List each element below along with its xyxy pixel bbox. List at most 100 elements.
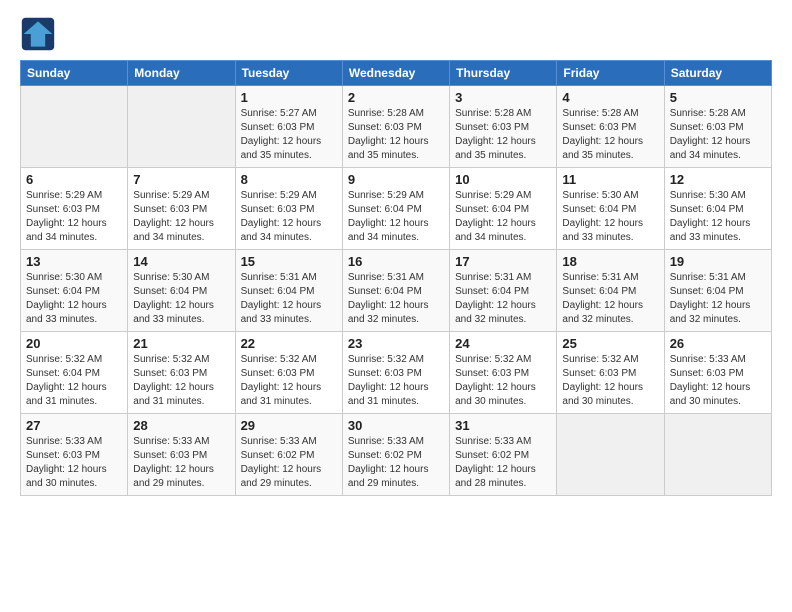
day-number: 9 (348, 172, 444, 187)
calendar-cell: 6 Sunrise: 5:29 AM Sunset: 6:03 PM Daylig… (21, 168, 128, 250)
day-info: Sunrise: 5:29 AM Sunset: 6:04 PM Dayligh… (455, 189, 551, 245)
day-number: 11 (562, 172, 658, 187)
day-info: Sunrise: 5:31 AM Sunset: 6:04 PM Dayligh… (455, 271, 551, 327)
day-info: Sunrise: 5:32 AM Sunset: 6:03 PM Dayligh… (455, 353, 551, 409)
calendar-cell: 27 Sunrise: 5:33 AM Sunset: 6:03 PM Dayli… (21, 414, 128, 496)
weekday-header-tuesday: Tuesday (235, 61, 342, 86)
day-info: Sunrise: 5:29 AM Sunset: 6:04 PM Dayligh… (348, 189, 444, 245)
day-info: Sunrise: 5:29 AM Sunset: 6:03 PM Dayligh… (26, 189, 122, 245)
calendar-week-3: 13Sunrise: 5:30 AM Sunset: 6:04 PM Dayli… (21, 250, 772, 332)
calendar-cell: 2 Sunrise: 5:28 AM Sunset: 6:03 PM Daylig… (342, 86, 449, 168)
weekday-header-saturday: Saturday (664, 61, 771, 86)
weekday-header-thursday: Thursday (450, 61, 557, 86)
page: SundayMondayTuesdayWednesdayThursdayFrid… (0, 0, 792, 506)
day-info: Sunrise: 5:32 AM Sunset: 6:03 PM Dayligh… (348, 353, 444, 409)
day-number: 26 (670, 336, 766, 351)
calendar-body: 1 Sunrise: 5:27 AM Sunset: 6:03 PM Daylig… (21, 86, 772, 496)
calendar-cell: 13Sunrise: 5:30 AM Sunset: 6:04 PM Dayli… (21, 250, 128, 332)
day-number: 3 (455, 90, 551, 105)
day-number: 27 (26, 418, 122, 433)
day-number: 17 (455, 254, 551, 269)
calendar-cell: 19 Sunrise: 5:31 AM Sunset: 6:04 PM Dayli… (664, 250, 771, 332)
calendar-cell: 4 Sunrise: 5:28 AM Sunset: 6:03 PM Daylig… (557, 86, 664, 168)
day-number: 16 (348, 254, 444, 269)
day-info: Sunrise: 5:28 AM Sunset: 6:03 PM Dayligh… (455, 107, 551, 163)
calendar-cell: 20Sunrise: 5:32 AM Sunset: 6:04 PM Dayli… (21, 332, 128, 414)
calendar-week-2: 6 Sunrise: 5:29 AM Sunset: 6:03 PM Daylig… (21, 168, 772, 250)
day-number: 12 (670, 172, 766, 187)
calendar-cell: 24 Sunrise: 5:32 AM Sunset: 6:03 PM Dayli… (450, 332, 557, 414)
calendar-cell: 22 Sunrise: 5:32 AM Sunset: 6:03 PM Dayli… (235, 332, 342, 414)
logo-icon (20, 16, 56, 52)
calendar-cell: 5Sunrise: 5:28 AM Sunset: 6:03 PM Daylig… (664, 86, 771, 168)
day-info: Sunrise: 5:32 AM Sunset: 6:03 PM Dayligh… (241, 353, 337, 409)
day-info: Sunrise: 5:28 AM Sunset: 6:03 PM Dayligh… (670, 107, 766, 163)
day-info: Sunrise: 5:30 AM Sunset: 6:04 PM Dayligh… (670, 189, 766, 245)
day-number: 8 (241, 172, 337, 187)
calendar-cell: 17 Sunrise: 5:31 AM Sunset: 6:04 PM Dayli… (450, 250, 557, 332)
weekday-header-row: SundayMondayTuesdayWednesdayThursdayFrid… (21, 61, 772, 86)
day-number: 2 (348, 90, 444, 105)
day-info: Sunrise: 5:32 AM Sunset: 6:03 PM Dayligh… (562, 353, 658, 409)
calendar-cell: 16 Sunrise: 5:31 AM Sunset: 6:04 PM Dayli… (342, 250, 449, 332)
weekday-header-wednesday: Wednesday (342, 61, 449, 86)
day-info: Sunrise: 5:27 AM Sunset: 6:03 PM Dayligh… (241, 107, 337, 163)
day-number: 18 (562, 254, 658, 269)
calendar-cell: 7 Sunrise: 5:29 AM Sunset: 6:03 PM Daylig… (128, 168, 235, 250)
day-info: Sunrise: 5:31 AM Sunset: 6:04 PM Dayligh… (670, 271, 766, 327)
calendar-cell: 11Sunrise: 5:30 AM Sunset: 6:04 PM Dayli… (557, 168, 664, 250)
day-info: Sunrise: 5:30 AM Sunset: 6:04 PM Dayligh… (26, 271, 122, 327)
day-number: 14 (133, 254, 229, 269)
day-info: Sunrise: 5:30 AM Sunset: 6:04 PM Dayligh… (133, 271, 229, 327)
day-info: Sunrise: 5:32 AM Sunset: 6:03 PM Dayligh… (133, 353, 229, 409)
calendar-cell: 26 Sunrise: 5:33 AM Sunset: 6:03 PM Dayli… (664, 332, 771, 414)
day-info: Sunrise: 5:33 AM Sunset: 6:03 PM Dayligh… (26, 435, 122, 491)
day-number: 4 (562, 90, 658, 105)
day-info: Sunrise: 5:31 AM Sunset: 6:04 PM Dayligh… (241, 271, 337, 327)
day-number: 1 (241, 90, 337, 105)
day-info: Sunrise: 5:33 AM Sunset: 6:02 PM Dayligh… (455, 435, 551, 491)
calendar-cell (21, 86, 128, 168)
day-number: 15 (241, 254, 337, 269)
calendar-cell: 10 Sunrise: 5:29 AM Sunset: 6:04 PM Dayli… (450, 168, 557, 250)
calendar-cell: 14 Sunrise: 5:30 AM Sunset: 6:04 PM Dayli… (128, 250, 235, 332)
day-number: 31 (455, 418, 551, 433)
day-number: 6 (26, 172, 122, 187)
calendar-week-4: 20Sunrise: 5:32 AM Sunset: 6:04 PM Dayli… (21, 332, 772, 414)
calendar-cell: 3 Sunrise: 5:28 AM Sunset: 6:03 PM Daylig… (450, 86, 557, 168)
day-info: Sunrise: 5:29 AM Sunset: 6:03 PM Dayligh… (241, 189, 337, 245)
day-number: 19 (670, 254, 766, 269)
day-info: Sunrise: 5:33 AM Sunset: 6:03 PM Dayligh… (670, 353, 766, 409)
day-number: 7 (133, 172, 229, 187)
calendar-cell: 1 Sunrise: 5:27 AM Sunset: 6:03 PM Daylig… (235, 86, 342, 168)
header (20, 16, 772, 52)
calendar-table: SundayMondayTuesdayWednesdayThursdayFrid… (20, 60, 772, 496)
day-info: Sunrise: 5:31 AM Sunset: 6:04 PM Dayligh… (348, 271, 444, 327)
day-number: 24 (455, 336, 551, 351)
day-number: 29 (241, 418, 337, 433)
calendar-cell (664, 414, 771, 496)
calendar-cell: 9 Sunrise: 5:29 AM Sunset: 6:04 PM Daylig… (342, 168, 449, 250)
day-number: 10 (455, 172, 551, 187)
weekday-header-friday: Friday (557, 61, 664, 86)
day-number: 21 (133, 336, 229, 351)
calendar-header: SundayMondayTuesdayWednesdayThursdayFrid… (21, 61, 772, 86)
calendar-cell: 29 Sunrise: 5:33 AM Sunset: 6:02 PM Dayli… (235, 414, 342, 496)
calendar-cell: 12 Sunrise: 5:30 AM Sunset: 6:04 PM Dayli… (664, 168, 771, 250)
day-info: Sunrise: 5:32 AM Sunset: 6:04 PM Dayligh… (26, 353, 122, 409)
day-info: Sunrise: 5:29 AM Sunset: 6:03 PM Dayligh… (133, 189, 229, 245)
day-number: 22 (241, 336, 337, 351)
calendar-cell: 18Sunrise: 5:31 AM Sunset: 6:04 PM Dayli… (557, 250, 664, 332)
day-number: 28 (133, 418, 229, 433)
calendar-cell: 30Sunrise: 5:33 AM Sunset: 6:02 PM Dayli… (342, 414, 449, 496)
logo (20, 16, 62, 52)
calendar-cell (128, 86, 235, 168)
day-info: Sunrise: 5:28 AM Sunset: 6:03 PM Dayligh… (348, 107, 444, 163)
weekday-header-monday: Monday (128, 61, 235, 86)
calendar-week-1: 1 Sunrise: 5:27 AM Sunset: 6:03 PM Daylig… (21, 86, 772, 168)
day-number: 30 (348, 418, 444, 433)
day-info: Sunrise: 5:33 AM Sunset: 6:02 PM Dayligh… (241, 435, 337, 491)
calendar-cell (557, 414, 664, 496)
calendar-cell: 8 Sunrise: 5:29 AM Sunset: 6:03 PM Daylig… (235, 168, 342, 250)
day-info: Sunrise: 5:28 AM Sunset: 6:03 PM Dayligh… (562, 107, 658, 163)
